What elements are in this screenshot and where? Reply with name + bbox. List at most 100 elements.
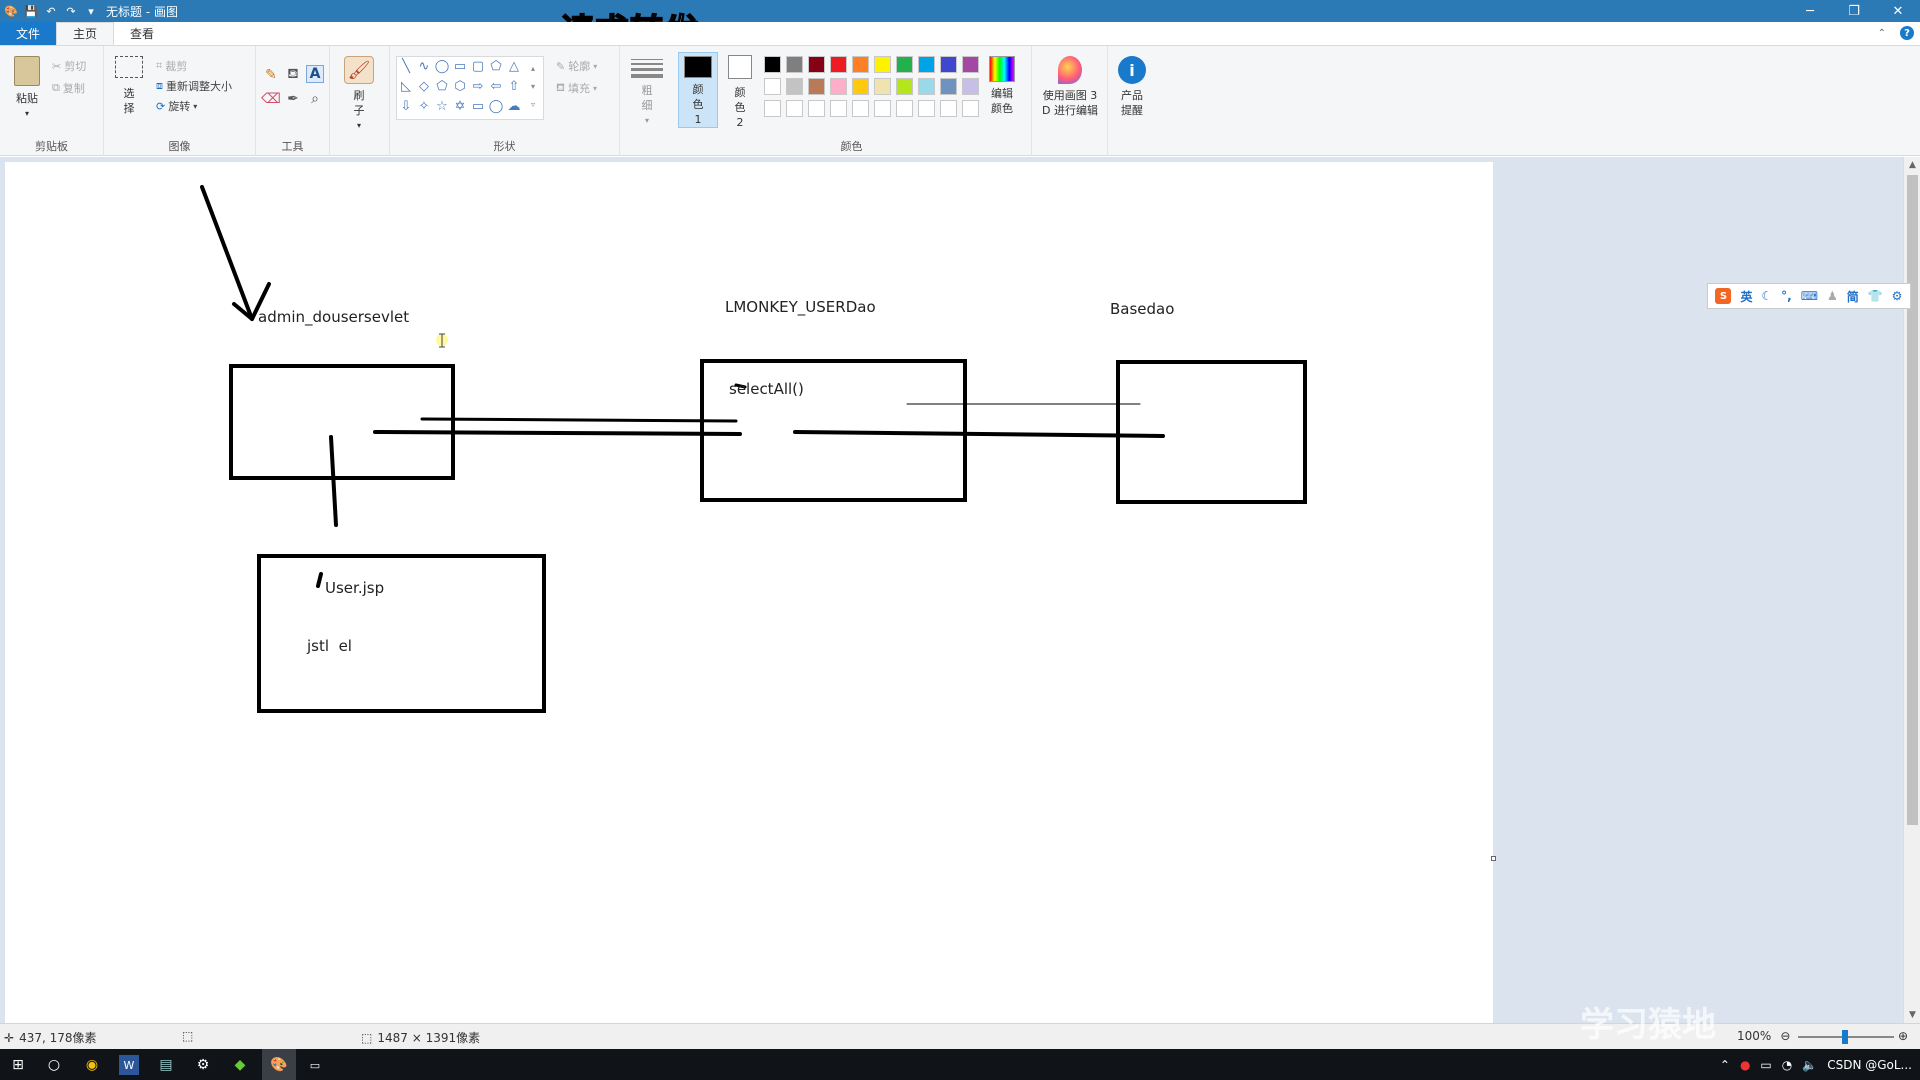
ime-lang-toggle[interactable]: 英 — [1740, 288, 1752, 305]
paint-taskbar-icon[interactable]: 🎨 — [262, 1049, 296, 1080]
brushes-button[interactable]: 🖌 刷子 ▾ — [342, 56, 376, 133]
color-swatch[interactable] — [918, 78, 935, 95]
punctuation-icon[interactable]: °, — [1781, 289, 1792, 303]
rectangle-shape-icon[interactable]: ▭ — [452, 58, 468, 74]
color-swatch[interactable] — [786, 56, 803, 73]
zoom-slider-thumb[interactable] — [1842, 1030, 1848, 1044]
callout-cloud-shape-icon[interactable]: ☁ — [506, 98, 522, 114]
volume-icon[interactable]: 🔈 — [1802, 1058, 1817, 1072]
scroll-down-icon[interactable]: ▼ — [1904, 1007, 1920, 1023]
color-swatch[interactable] — [852, 56, 869, 73]
outline-button[interactable]: ✎ 轮廓 ▾ — [556, 58, 597, 74]
paint-app-icon[interactable]: 🎨 — [4, 4, 18, 18]
color-swatch[interactable] — [918, 100, 935, 117]
edit-colors-button[interactable]: 编辑颜色 — [984, 56, 1020, 116]
network-icon[interactable]: ◔ — [1782, 1058, 1792, 1072]
callout-oval-shape-icon[interactable]: ◯ — [488, 98, 504, 114]
size-button[interactable]: 粗细 ▾ — [630, 56, 664, 128]
color-swatch[interactable] — [896, 78, 913, 95]
right-arrow-shape-icon[interactable]: ⇨ — [470, 78, 486, 94]
collapse-ribbon-icon[interactable]: ⌃ — [1878, 28, 1886, 39]
canvas-resize-handle[interactable] — [1491, 856, 1496, 861]
color-swatch[interactable] — [940, 56, 957, 73]
magnifier-icon[interactable]: ⌕ — [306, 90, 324, 108]
color-swatch[interactable] — [786, 100, 803, 117]
search-icon[interactable]: ○ — [44, 1055, 64, 1075]
minimize-button[interactable]: ─ — [1788, 0, 1832, 22]
copy-button[interactable]: ⧉ 复制 — [52, 80, 85, 96]
color-swatch[interactable] — [852, 100, 869, 117]
zoom-in-icon[interactable]: ⊕ — [1898, 1029, 1908, 1043]
notepad-icon[interactable]: ▤ — [156, 1055, 176, 1075]
color-swatch[interactable] — [874, 78, 891, 95]
color-swatch[interactable] — [808, 100, 825, 117]
rounded-rect-shape-icon[interactable]: ▢ — [470, 58, 486, 74]
record-icon[interactable]: ● — [1740, 1058, 1750, 1072]
pencil-icon[interactable]: ✎ — [262, 66, 280, 84]
color-swatch[interactable] — [852, 78, 869, 95]
windows-start-icon[interactable]: ⊞ — [8, 1055, 28, 1075]
color-swatch[interactable] — [764, 56, 781, 73]
color-swatch[interactable] — [940, 78, 957, 95]
color-swatch[interactable] — [918, 56, 935, 73]
user-icon[interactable]: ♟ — [1827, 289, 1838, 303]
color-picker-icon[interactable]: ✒ — [284, 90, 302, 108]
four-point-star-shape-icon[interactable]: ✧ — [416, 98, 432, 114]
redo-icon[interactable]: ↷ — [64, 4, 78, 18]
chrome-icon[interactable]: ◉ — [82, 1055, 102, 1075]
eraser-icon[interactable]: ⌫ — [261, 90, 281, 108]
color-swatch[interactable] — [764, 100, 781, 117]
select-button[interactable]: 选择 — [112, 56, 146, 116]
paste-button[interactable]: 粘贴 ▾ — [10, 56, 44, 121]
polygon-shape-icon[interactable]: ⬠ — [488, 58, 504, 74]
battery-icon[interactable]: ▭ — [1760, 1058, 1771, 1072]
zoom-out-icon[interactable]: ⊖ — [1780, 1029, 1790, 1043]
green-app-icon[interactable]: ◆ — [230, 1055, 250, 1075]
color-swatch[interactable] — [962, 78, 979, 95]
resize-button[interactable]: ⧈ 重新调整大小 — [156, 78, 232, 94]
paint3d-button[interactable]: 使用画图 3 D 进行编辑 — [1036, 56, 1104, 118]
drawing-canvas[interactable]: admin_dousersevlet LMONKEY_USERDao Based… — [5, 162, 1493, 1023]
color-swatch[interactable] — [830, 100, 847, 117]
callout-rect-shape-icon[interactable]: ▭ — [470, 98, 486, 114]
text-icon[interactable]: A — [306, 65, 324, 83]
ime-logo[interactable]: S — [1715, 288, 1732, 304]
color-swatch[interactable] — [786, 78, 803, 95]
color-swatch[interactable] — [896, 100, 913, 117]
line-shape-icon[interactable]: ╲ — [398, 58, 414, 74]
right-triangle-shape-icon[interactable]: ◺ — [398, 78, 414, 94]
color2-button[interactable]: 颜色 2 — [722, 55, 758, 130]
terminal-icon[interactable]: ▭ — [305, 1055, 325, 1075]
six-point-star-shape-icon[interactable]: ✡ — [452, 98, 468, 114]
curve-shape-icon[interactable]: ∿ — [416, 58, 432, 74]
color-swatch[interactable] — [830, 56, 847, 73]
color-swatch[interactable] — [962, 100, 979, 117]
hexagon-shape-icon[interactable]: ⬡ — [452, 78, 468, 94]
down-arrow-shape-icon[interactable]: ⇩ — [398, 98, 414, 114]
left-arrow-shape-icon[interactable]: ⇦ — [488, 78, 504, 94]
color-swatch[interactable] — [808, 78, 825, 95]
color-swatch[interactable] — [962, 56, 979, 73]
color-swatch[interactable] — [896, 56, 913, 73]
help-icon[interactable]: ? — [1900, 26, 1914, 40]
moon-icon[interactable]: ☾ — [1761, 289, 1772, 303]
fill-button[interactable]: ⛾ 填充 ▾ — [556, 80, 597, 96]
color-swatch[interactable] — [764, 78, 781, 95]
settings-app-icon[interactable]: ⚙ — [193, 1055, 213, 1075]
tab-view[interactable]: 查看 — [114, 22, 170, 45]
shapes-scroll-icon[interactable]: ▴ ▾ ▿ — [531, 60, 535, 114]
customize-dropdown-icon[interactable]: ▾ — [84, 4, 98, 18]
color-swatch[interactable] — [808, 56, 825, 73]
tab-file[interactable]: 文件 — [0, 22, 57, 45]
undo-icon[interactable]: ↶ — [44, 4, 58, 18]
cut-button[interactable]: ✂ 剪切 — [52, 58, 86, 74]
color-swatch[interactable] — [940, 100, 957, 117]
color-swatch[interactable] — [874, 56, 891, 73]
settings-icon[interactable]: ⚙ — [1892, 289, 1903, 303]
oval-shape-icon[interactable]: ◯ — [434, 58, 450, 74]
product-alert-button[interactable]: i 产品提醒 — [1114, 56, 1150, 118]
chevron-up-icon[interactable]: ⌃ — [1720, 1058, 1730, 1072]
word-icon[interactable]: W — [119, 1055, 139, 1075]
rotate-button[interactable]: ⟳ 旋转 ▾ — [156, 98, 197, 114]
close-button[interactable]: ✕ — [1876, 0, 1920, 22]
